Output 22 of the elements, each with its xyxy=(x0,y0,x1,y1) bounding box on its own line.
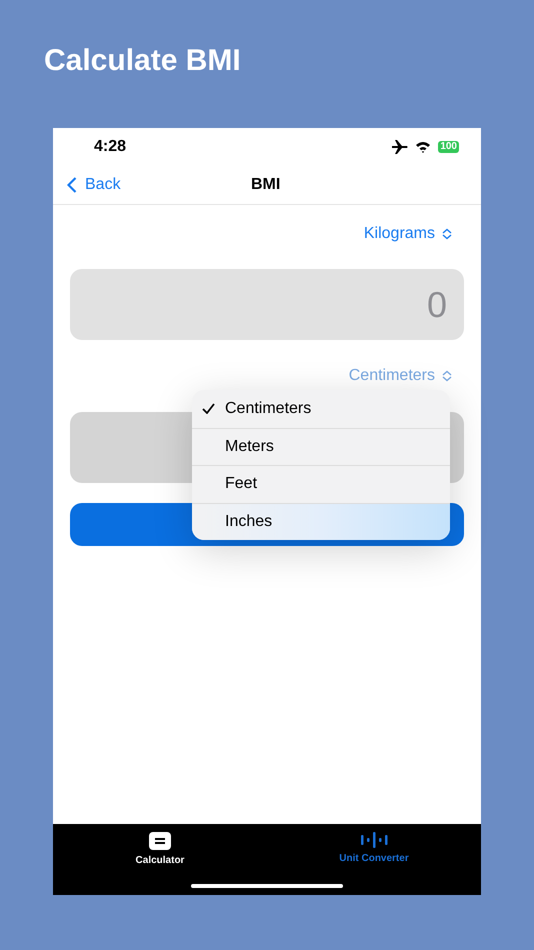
airplane-icon xyxy=(392,140,408,154)
menu-item-label: Meters xyxy=(225,436,274,457)
chevron-up-down-icon xyxy=(442,370,452,382)
calculator-icon xyxy=(149,832,171,850)
chevron-left-icon xyxy=(67,177,77,193)
waveform-icon xyxy=(360,832,388,848)
menu-item-label: Inches xyxy=(225,512,272,532)
back-link[interactable]: Back xyxy=(53,173,121,197)
battery-indicator: 100 xyxy=(438,141,459,153)
wifi-icon xyxy=(415,141,432,153)
page-heading: Calculate BMI xyxy=(44,43,241,79)
menu-item-label: Feet xyxy=(225,474,258,494)
chevron-up-down-icon xyxy=(442,228,452,240)
menu-item[interactable]: Inches xyxy=(192,502,450,540)
menu-item-label: Centimeters xyxy=(225,398,312,419)
menu-item[interactable]: Meters xyxy=(192,428,450,465)
unit-picker[interactable]: Kilograms xyxy=(364,222,452,246)
status-time: 4:28 xyxy=(94,137,126,157)
menu-item[interactable]: Centimeters xyxy=(192,390,450,428)
checkmark-icon xyxy=(202,403,215,414)
screen-title: BMI xyxy=(251,175,280,195)
tab[interactable]: Unit Converter xyxy=(267,824,481,895)
